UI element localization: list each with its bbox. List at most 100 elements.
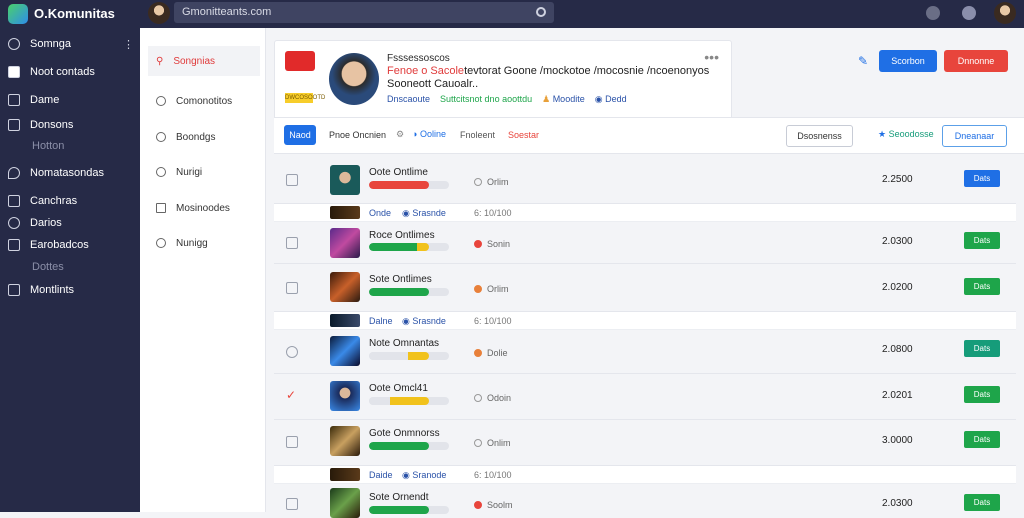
sub-row-tag: ◉ Srasnde bbox=[402, 208, 446, 218]
sub-row-tag-label: Sranode bbox=[412, 470, 447, 480]
row-checkbox[interactable] bbox=[286, 174, 298, 186]
sidebar-label: Montlints bbox=[30, 284, 75, 296]
sub-row-tag: ◉ Srasnde bbox=[402, 316, 446, 326]
sidebar-item-4[interactable]: Hotton bbox=[32, 140, 64, 152]
checkmark-icon[interactable]: ✓ bbox=[286, 388, 296, 402]
row-checkbox[interactable] bbox=[286, 282, 298, 294]
row-action-label: Dats bbox=[973, 236, 991, 245]
list-icon bbox=[8, 239, 20, 251]
panel-item-3[interactable]: Nurigi bbox=[148, 161, 260, 183]
status-filter[interactable]: ◑ Ooline bbox=[412, 129, 446, 139]
settings-icon[interactable]: ⚙ bbox=[396, 129, 404, 140]
panel-item-5[interactable]: Nunigg bbox=[148, 232, 260, 254]
row-value: 3.0000 bbox=[882, 435, 913, 446]
primary-action-button[interactable]: Scorbon bbox=[879, 50, 937, 72]
table-row[interactable]: ✓ Oote Omcl41 Odoin 2.0201 Dats bbox=[274, 374, 1016, 420]
secondary-action-button[interactable]: Dnnonne bbox=[944, 50, 1008, 72]
sidebar-item-3[interactable]: Donsons bbox=[8, 119, 73, 131]
sidebar-item-6[interactable]: Canchras bbox=[8, 195, 77, 207]
row-thumbnail bbox=[330, 336, 360, 366]
table-row[interactable]: Note Omnantas Dolie 2.0800 Dats bbox=[274, 330, 1016, 374]
panel-item-2[interactable]: Boondgs bbox=[148, 126, 260, 148]
panel-item-0[interactable]: ⚲ Songnias bbox=[148, 46, 260, 76]
row-checkbox[interactable] bbox=[286, 498, 298, 510]
sidebar-item-5[interactable]: Nomatasondas bbox=[8, 167, 104, 179]
top-bar: O.Komunitas Gmonitteants.com bbox=[0, 0, 1024, 28]
row-value: 2.0300 bbox=[882, 498, 913, 509]
table-row[interactable]: Sote Ontlimes Orlim 2.0200 Dats bbox=[274, 264, 1016, 312]
outline-button-2[interactable]: Dneanaar bbox=[942, 125, 1007, 147]
filter-label-3[interactable]: Soestar bbox=[508, 130, 539, 140]
panel-label: Mosinoodes bbox=[176, 202, 230, 214]
row-checkbox[interactable] bbox=[286, 436, 298, 448]
tab-label: Naod bbox=[289, 130, 311, 140]
row-checkbox[interactable] bbox=[286, 237, 298, 249]
sub-row-label: Daide bbox=[369, 470, 393, 480]
notification-icon[interactable] bbox=[926, 6, 940, 20]
row-checkbox[interactable] bbox=[286, 346, 298, 358]
outline-1-label: Dsosnenss bbox=[797, 131, 842, 141]
row-thumbnail bbox=[330, 426, 360, 456]
sidebar-label: Somnga bbox=[30, 38, 71, 50]
more-icon[interactable]: ⋮ bbox=[123, 38, 134, 51]
sidebar-item-7[interactable]: Darios bbox=[8, 217, 62, 229]
search-icon[interactable] bbox=[536, 7, 546, 17]
row-action-label: Dats bbox=[973, 282, 991, 291]
filter-label-2[interactable]: Fnoleent bbox=[460, 130, 495, 140]
row-action-button[interactable]: Dats bbox=[964, 170, 1000, 187]
panel-item-4[interactable]: Mosinoodes bbox=[148, 197, 260, 219]
search-icon bbox=[8, 38, 20, 50]
row-action-button[interactable]: Dats bbox=[964, 494, 1000, 511]
star-icon: ★ bbox=[878, 129, 889, 139]
row-action-button[interactable]: Dats bbox=[964, 340, 1000, 357]
status-label: Ooline bbox=[419, 129, 446, 139]
row-progress bbox=[369, 181, 449, 189]
row-status-label: Soolm bbox=[487, 500, 513, 510]
circle-icon bbox=[156, 96, 166, 106]
sidebar-item-10[interactable]: Montlints bbox=[8, 284, 74, 296]
outline-button-1[interactable]: Dsosnenss bbox=[786, 125, 853, 147]
row-action-button[interactable]: Dats bbox=[964, 386, 1000, 403]
profile-avatar[interactable] bbox=[329, 53, 379, 105]
row-name: Oote Omcl41 bbox=[369, 383, 428, 394]
stat-3[interactable]: ♟ Moodite bbox=[542, 94, 585, 105]
table-row[interactable]: Gote Onmnorss Onlim 3.0000 Dats bbox=[274, 420, 1016, 466]
row-progress-fill bbox=[369, 442, 429, 450]
sub-row-thumbnail bbox=[330, 206, 360, 219]
row-progress bbox=[369, 397, 449, 405]
tab-active[interactable]: Naod bbox=[284, 125, 316, 145]
sidebar-item-0[interactable]: Somnga ⋮ bbox=[8, 38, 134, 51]
filter-label: Pnoe Oncnien bbox=[329, 130, 387, 140]
star-filter[interactable]: ★ Seoodosse bbox=[878, 129, 934, 140]
search-input[interactable]: Gmonitteants.com bbox=[174, 2, 554, 23]
row-name: Sote Ontlimes bbox=[369, 274, 432, 285]
search-icon: ⚲ bbox=[156, 55, 164, 67]
row-progress-fill bbox=[369, 506, 429, 514]
profile-icon[interactable] bbox=[962, 6, 976, 20]
account-avatar[interactable] bbox=[994, 2, 1016, 24]
more-options-icon[interactable]: ••• bbox=[704, 49, 719, 65]
stat-4[interactable]: ◉ Dedd bbox=[595, 94, 627, 105]
row-action-button[interactable]: Dats bbox=[964, 431, 1000, 448]
table-row[interactable]: Roce Ontlimes Sonin 2.0300 Dats bbox=[274, 222, 1016, 264]
row-progress-fill bbox=[369, 243, 429, 251]
sidebar-item-2[interactable]: Dame bbox=[8, 94, 59, 106]
panel-item-1[interactable]: Comonotitos bbox=[148, 90, 260, 112]
headline-highlight: Fenoe o Sacole bbox=[387, 65, 465, 77]
row-status: Soolm bbox=[474, 500, 513, 510]
profile-stats: Dnscaoute Suttcitsnot dno aoottdu ♟ Mood… bbox=[387, 94, 627, 105]
sidebar-item-8[interactable]: Earobadcos bbox=[8, 239, 89, 251]
table-row[interactable]: Sote Ornendt Soolm 2.0300 Dats bbox=[274, 484, 1016, 518]
sidebar-item-9[interactable]: Dottes bbox=[32, 261, 64, 273]
globe-icon: ◉ bbox=[594, 94, 606, 104]
row-action-button[interactable]: Dats bbox=[964, 232, 1000, 249]
sidebar-item-1[interactable]: Noot contads bbox=[8, 66, 95, 78]
row-action-label: Dats bbox=[973, 498, 991, 507]
table-row[interactable]: Oote Ontlime Orlim 2.2500 Dats bbox=[274, 156, 1016, 204]
row-action-button[interactable]: Dats bbox=[964, 278, 1000, 295]
app-logo-icon bbox=[8, 4, 28, 24]
share-icon[interactable]: ✎ bbox=[858, 54, 868, 68]
sub-row-label: Onde bbox=[369, 208, 392, 218]
user-avatar[interactable] bbox=[148, 2, 170, 24]
sub-row: Daide ◉ Sranode 6: 10/100 bbox=[274, 466, 1016, 484]
